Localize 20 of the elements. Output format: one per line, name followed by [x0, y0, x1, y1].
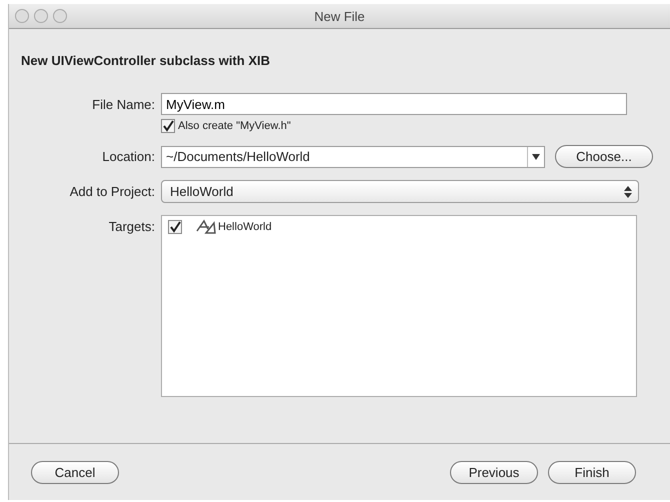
checkbox[interactable]	[161, 119, 175, 133]
project-popup[interactable]: HelloWorld	[161, 180, 639, 203]
field-label: Targets:	[108, 219, 155, 234]
cancel-button[interactable]: Cancel	[31, 460, 119, 484]
stepper-arrows-icon	[624, 186, 632, 198]
finish-button[interactable]: Finish	[548, 460, 636, 484]
dropdown-arrow-icon[interactable]	[532, 154, 540, 160]
window-title: New File	[314, 8, 365, 24]
checkbox[interactable]	[168, 220, 182, 234]
field-label: Add to Project:	[68, 184, 155, 199]
app-target-icon	[196, 219, 216, 235]
target-name[interactable]: HelloWorld	[218, 221, 272, 233]
dialog-heading: New UIViewController subclass with XIB	[21, 53, 271, 68]
previous-button[interactable]: Previous	[450, 460, 538, 484]
location-combo-box[interactable]: ~/Documents/HelloWorld	[161, 146, 545, 168]
field-label: File Name:	[91, 96, 155, 112]
file-name-field[interactable]: MyView.m	[161, 93, 627, 115]
field-label: Location:	[101, 149, 155, 164]
choose-button[interactable]: Choose...	[555, 145, 653, 168]
checkbox-label: Also create "MyView.h"	[178, 120, 291, 132]
